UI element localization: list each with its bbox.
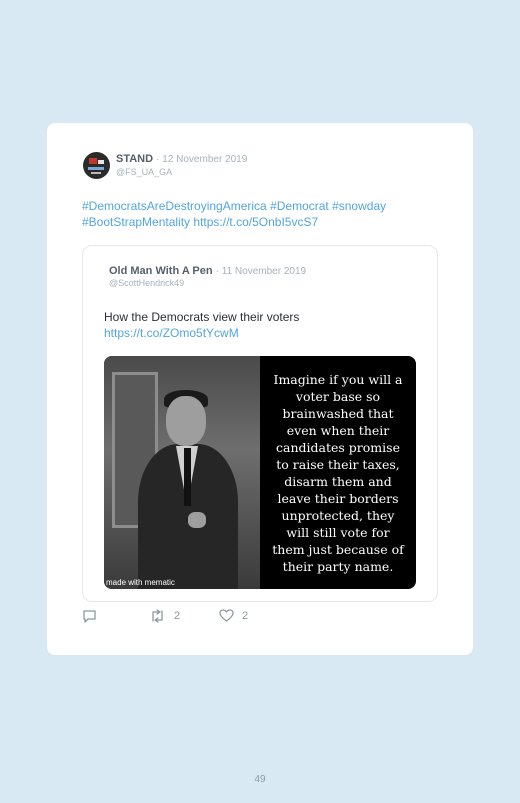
quoted-text: How the Democrats view their voters <box>104 310 300 324</box>
like-count: 2 <box>242 609 249 622</box>
author-handle[interactable]: @FS_UA_GA <box>116 167 172 177</box>
avatar[interactable] <box>83 152 110 179</box>
tweet-date: · 12 November 2019 <box>156 154 248 165</box>
retweet-icon <box>152 609 163 623</box>
quoted-link[interactable]: https://t.co/ZOmo5tYcwM <box>104 326 239 340</box>
page-number: 49 <box>254 774 266 785</box>
retweet-button[interactable]: 2 <box>149 609 180 623</box>
tweet-text-line2[interactable]: #BootStrapMentality https://t.co/5OnbI5v… <box>82 215 318 229</box>
quoted-author-name[interactable]: Old Man With A Pen <box>109 265 213 277</box>
meme-photo <box>104 356 260 589</box>
like-button[interactable]: 2 <box>219 609 248 622</box>
quoted-tweet[interactable]: Old Man With A Pen · 11 November 2019 @S… <box>82 245 438 602</box>
heart-icon <box>219 609 234 622</box>
tweet-author[interactable]: STAND · 12 November 2019 <box>116 153 247 165</box>
tweet-text-line1[interactable]: #DemocratsAreDestroyingAmerica #Democrat… <box>82 199 386 213</box>
author-name[interactable]: STAND <box>116 153 153 165</box>
retweet-count: 2 <box>174 610 181 622</box>
tweet-text: #DemocratsAreDestroyingAmerica #Democrat… <box>82 198 442 230</box>
meme-caption-text: Imagine if you will a voter base so brai… <box>272 371 404 574</box>
meme-caption: Imagine if you will a voter base so brai… <box>260 356 416 589</box>
quoted-author[interactable]: Old Man With A Pen · 11 November 2019 <box>109 265 306 277</box>
meme-image[interactable]: Imagine if you will a voter base so brai… <box>104 356 416 589</box>
meme-watermark: made with mematic <box>106 578 175 587</box>
tweet-actions: 2 2 <box>82 609 442 629</box>
quoted-date: · 11 November 2019 <box>215 266 307 277</box>
tweet-card: STAND · 12 November 2019 @FS_UA_GA #Demo… <box>47 123 473 655</box>
reply-button[interactable] <box>82 609 97 623</box>
reply-icon <box>83 610 96 623</box>
quoted-handle[interactable]: @ScottHendrick49 <box>109 278 184 288</box>
